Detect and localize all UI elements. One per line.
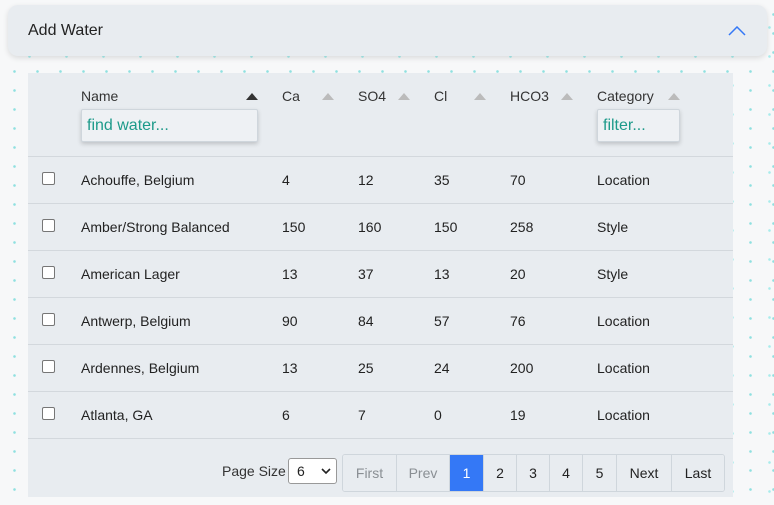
cell-category: Location	[597, 172, 650, 188]
cell-hco3: 70	[510, 172, 526, 188]
cell-hco3: 200	[510, 360, 534, 376]
cell-so4: 25	[358, 360, 374, 376]
chevron-down-icon	[321, 459, 331, 492]
cell-ca: 13	[282, 360, 298, 376]
cell-name: Ardennes, Belgium	[81, 360, 200, 376]
table-row[interactable]: Atlanta, GA 6 7 0 19 Location	[28, 392, 733, 439]
page-button-3[interactable]: 3	[517, 455, 550, 491]
sort-icon[interactable]	[398, 93, 410, 100]
cell-hco3: 20	[510, 266, 526, 282]
cell-cl: 0	[434, 407, 442, 423]
table-row[interactable]: Ardennes, Belgium 13 25 24 200 Location	[28, 345, 733, 392]
table-row[interactable]: American Lager 13 37 13 20 Style	[28, 251, 733, 298]
page-size-value: 6	[297, 463, 305, 479]
page-button-1[interactable]: 1	[450, 455, 484, 491]
cell-hco3: 76	[510, 313, 526, 329]
cell-category: Style	[597, 266, 629, 282]
cell-ca: 90	[282, 313, 298, 329]
row-checkbox[interactable]	[42, 219, 55, 232]
chevron-up-icon[interactable]	[727, 21, 747, 41]
table-row[interactable]: Amber/Strong Balanced 150 160 150 258 St…	[28, 204, 733, 251]
water-table-panel: Name Ca SO4 Cl HCO3 Category Achouffe, B…	[28, 73, 733, 497]
cell-so4: 160	[358, 219, 382, 235]
row-checkbox[interactable]	[42, 266, 55, 279]
row-checkbox[interactable]	[42, 172, 55, 185]
cell-name: Amber/Strong Balanced	[81, 219, 230, 235]
cell-ca: 150	[282, 219, 306, 235]
cell-cl: 57	[434, 313, 450, 329]
cell-category: Location	[597, 313, 650, 329]
name-filter-input[interactable]	[81, 109, 258, 142]
column-header-hco3[interactable]: HCO3	[510, 88, 549, 104]
cell-name: Atlanta, GA	[81, 407, 153, 423]
cell-name: American Lager	[81, 266, 180, 282]
column-header-category[interactable]: Category	[597, 88, 654, 104]
column-header-cl[interactable]: Cl	[434, 88, 447, 104]
sort-icon[interactable]	[561, 93, 573, 100]
cell-category: Location	[597, 360, 650, 376]
cell-cl: 150	[434, 219, 458, 235]
column-header-name[interactable]: Name	[81, 88, 118, 104]
cell-cl: 35	[434, 172, 450, 188]
cell-name: Antwerp, Belgium	[81, 313, 191, 329]
cell-ca: 13	[282, 266, 298, 282]
row-checkbox[interactable]	[42, 407, 55, 420]
cell-hco3: 19	[510, 407, 526, 423]
cell-ca: 4	[282, 172, 290, 188]
cell-category: Style	[597, 219, 629, 235]
category-filter-input[interactable]	[597, 109, 680, 142]
table-header: Name Ca SO4 Cl HCO3 Category	[28, 73, 733, 157]
cell-name: Achouffe, Belgium	[81, 172, 195, 188]
sort-icon[interactable]	[668, 93, 680, 100]
page-size-select[interactable]: 6	[288, 458, 337, 484]
first-page-button[interactable]: First	[343, 455, 397, 491]
prev-page-button[interactable]: Prev	[397, 455, 450, 491]
last-page-button[interactable]: Last	[672, 455, 724, 491]
next-page-button[interactable]: Next	[617, 455, 672, 491]
accordion-title: Add Water	[28, 21, 103, 39]
page-button-2[interactable]: 2	[484, 455, 517, 491]
cell-category: Location	[597, 407, 650, 423]
page-size-label: Page Size	[222, 463, 286, 479]
row-checkbox[interactable]	[42, 360, 55, 373]
cell-so4: 84	[358, 313, 374, 329]
cell-cl: 13	[434, 266, 450, 282]
column-header-ca[interactable]: Ca	[282, 88, 300, 104]
cell-cl: 24	[434, 360, 450, 376]
cell-hco3: 258	[510, 219, 534, 235]
sort-icon[interactable]	[474, 93, 486, 100]
add-water-accordion-header[interactable]: Add Water	[8, 5, 767, 56]
page-button-5[interactable]: 5	[583, 455, 617, 491]
table-row[interactable]: Achouffe, Belgium 4 12 35 70 Location	[28, 157, 733, 204]
cell-so4: 37	[358, 266, 374, 282]
cell-ca: 6	[282, 407, 290, 423]
pager: First Prev 1 2 3 4 5 Next Last	[342, 454, 725, 492]
sort-asc-icon[interactable]	[246, 93, 258, 100]
column-header-so4[interactable]: SO4	[358, 88, 386, 104]
cell-so4: 12	[358, 172, 374, 188]
pagination-bar: Page Size 6 First Prev 1 2 3 4 5 Next La…	[28, 442, 733, 497]
cell-so4: 7	[358, 407, 366, 423]
sort-icon[interactable]	[322, 93, 334, 100]
page-button-4[interactable]: 4	[550, 455, 583, 491]
table-row[interactable]: Antwerp, Belgium 90 84 57 76 Location	[28, 298, 733, 345]
row-checkbox[interactable]	[42, 313, 55, 326]
